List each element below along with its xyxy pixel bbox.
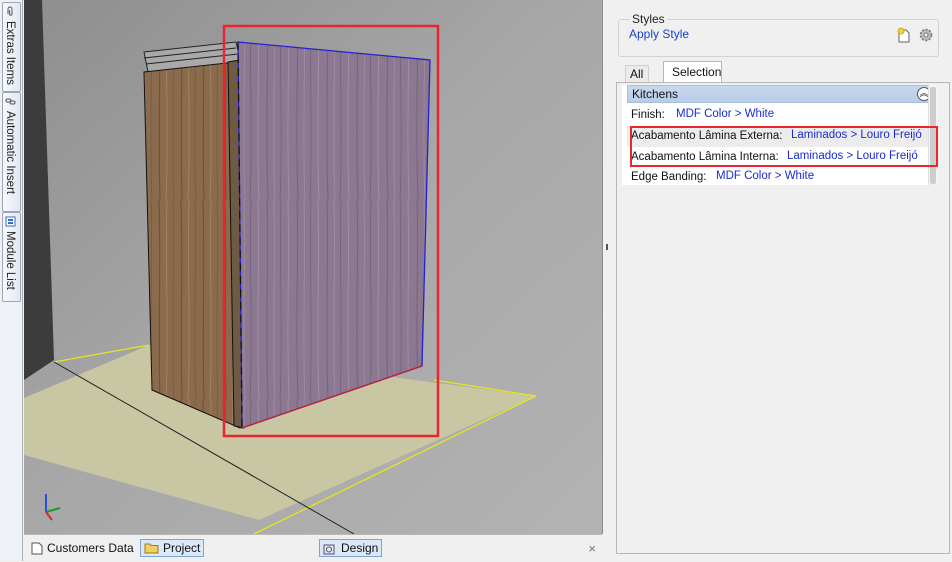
side-tab-label: Module List bbox=[4, 231, 16, 290]
highlight-box bbox=[630, 126, 938, 167]
side-tab-extras-items[interactable]: Extras Items bbox=[2, 2, 21, 92]
paperclip-icon bbox=[7, 6, 12, 16]
tab-design[interactable]: Design bbox=[319, 539, 383, 557]
tab-all[interactable]: All bbox=[625, 65, 649, 82]
tab-customers-data[interactable]: Customers Data bbox=[28, 539, 137, 557]
properties-panel: Styles Apply Style All Selection Kitchen… bbox=[611, 0, 952, 561]
property-row-edge-banding[interactable]: Edge Banding: MDF Color > White bbox=[627, 169, 934, 185]
property-value[interactable]: MDF Color > White bbox=[716, 170, 814, 182]
tab-project[interactable]: Project bbox=[140, 539, 205, 557]
design-icon bbox=[323, 544, 335, 554]
side-tab-automatic-insert[interactable]: Automatic Insert bbox=[2, 92, 21, 212]
category-header-kitchens[interactable]: Kitchens ︽ bbox=[627, 85, 934, 103]
bottom-tab-bar: Customers Data Project Design × bbox=[24, 534, 602, 562]
tab-label: Customers Data bbox=[47, 541, 134, 555]
apply-style-link[interactable]: Apply Style bbox=[629, 27, 689, 41]
styles-group: Styles Apply Style bbox=[618, 13, 939, 57]
side-tab-strip: Extras Items Automatic Insert Module Lis… bbox=[0, 0, 23, 561]
cabinet-door-panel[interactable] bbox=[237, 41, 431, 429]
styles-group-title: Styles bbox=[630, 12, 667, 26]
gear-icon[interactable] bbox=[918, 27, 934, 43]
3d-viewport[interactable] bbox=[24, 0, 603, 534]
property-value[interactable]: MDF Color > White bbox=[676, 108, 774, 120]
close-icon[interactable]: × bbox=[588, 541, 596, 556]
scene-svg bbox=[24, 0, 602, 534]
cabinet-side-panel[interactable] bbox=[143, 61, 241, 429]
panel-splitter[interactable] bbox=[603, 0, 611, 561]
module-list-icon bbox=[5, 216, 15, 227]
category-label: Kitchens bbox=[632, 87, 679, 101]
property-row-finish[interactable]: Finish: MDF Color > White bbox=[627, 105, 934, 126]
property-name: Edge Banding: bbox=[631, 171, 707, 183]
tab-label: Project bbox=[163, 541, 201, 555]
side-tab-module-list[interactable]: Module List bbox=[2, 212, 21, 302]
property-name: Finish: bbox=[631, 109, 665, 121]
folder-icon bbox=[144, 543, 159, 554]
tab-selection[interactable]: Selection bbox=[663, 61, 722, 82]
new-style-icon[interactable] bbox=[896, 27, 912, 43]
tab-label: Design bbox=[341, 541, 379, 555]
side-tab-label: Automatic Insert bbox=[4, 111, 16, 195]
document-icon bbox=[31, 542, 43, 554]
side-tab-label: Extras Items bbox=[4, 21, 16, 85]
link-icon bbox=[5, 98, 15, 105]
